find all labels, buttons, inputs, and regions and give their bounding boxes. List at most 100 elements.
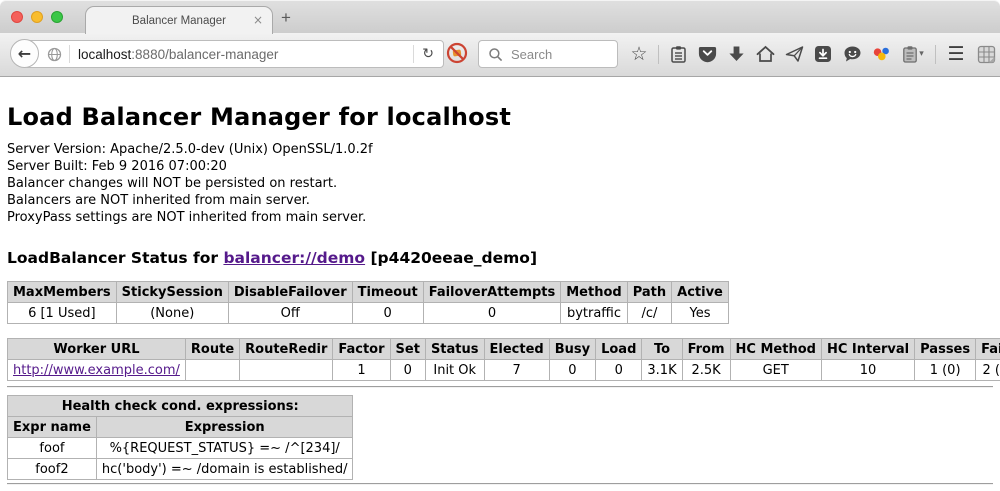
url-domain: localhost [78, 47, 131, 62]
server-built-line: Server Built: Feb 9 2016 07:00:20 [7, 158, 993, 175]
cell-failoverattempts: 0 [423, 303, 561, 324]
header-method: Method [561, 282, 627, 303]
header-path: Path [627, 282, 671, 303]
header-stickysession: StickySession [116, 282, 228, 303]
server-version-line: Server Version: Apache/2.5.0-dev (Unix) … [7, 141, 993, 158]
downloadhelper-colorballs-icon[interactable] [871, 43, 891, 65]
cell-expression: hc('body') =~ /domain is established/ [96, 459, 353, 480]
header-busy: Busy [549, 339, 595, 360]
toolbar-divider [658, 45, 659, 64]
cell-busy: 0 [549, 360, 595, 381]
cell-from: 2.5K [682, 360, 730, 381]
balancer-summary-table: MaxMembers StickySession DisableFailover… [7, 281, 729, 324]
cell-method: bytraffic [561, 303, 627, 324]
cell-worker-url: http://www.example.com/ [8, 360, 186, 381]
table-row: foof2 hc('body') =~ /domain is establish… [8, 459, 353, 480]
header-expression: Expression [96, 417, 353, 438]
header-from: From [682, 339, 730, 360]
url-text[interactable]: localhost:8880/balancer-manager [78, 47, 278, 62]
inherit-notice-line: Balancers are NOT inherited from main se… [7, 192, 993, 209]
download-arrow-icon[interactable] [726, 43, 746, 65]
worker-url-link[interactable]: http://www.example.com/ [13, 363, 180, 378]
traffic-lights [11, 11, 63, 23]
header-hc-interval: HC Interval [821, 339, 914, 360]
close-window-button[interactable] [11, 11, 23, 23]
cell-timeout: 0 [352, 303, 423, 324]
cell-routeredir [240, 360, 333, 381]
cell-expression: %{REQUEST_STATUS} =~ /^[234]/ [96, 438, 353, 459]
globe-icon [47, 47, 62, 62]
table-row: 6 [1 Used] (None) Off 0 0 bytraffic /c/ … [8, 303, 729, 324]
persist-notice-line: Balancer changes will NOT be persisted o… [7, 175, 993, 192]
toolbar-divider [935, 45, 936, 64]
table-row: foof %{REQUEST_STATUS} =~ /^[234]/ [8, 438, 353, 459]
pocket-icon[interactable] [697, 43, 717, 65]
downloads-panel-icon[interactable] [813, 43, 833, 65]
header-to: To [642, 339, 682, 360]
cell-elected: 7 [484, 360, 549, 381]
worker-table: Worker URL Route RouteRedir Factor Set S… [7, 338, 1000, 381]
cell-maxmembers: 6 [1 Used] [8, 303, 117, 324]
menu-icon[interactable]: ☰ [945, 43, 967, 65]
cell-route [185, 360, 239, 381]
header-routeredir: RouteRedir [240, 339, 333, 360]
content-blocked-icon[interactable] [445, 41, 469, 65]
url-bar[interactable]: localhost:8880/balancer-manager ↻ [24, 40, 444, 68]
cell-expr-name: foof2 [8, 459, 97, 480]
section-divider [7, 483, 993, 485]
reload-icon: ↻ [422, 46, 434, 62]
tab-bar: Balancer Manager × + [0, 0, 1000, 33]
search-bar[interactable] [478, 40, 618, 68]
header-status: Status [425, 339, 484, 360]
zoom-window-button[interactable] [51, 11, 63, 23]
header-route: Route [185, 339, 239, 360]
header-disablefailover: DisableFailover [228, 282, 352, 303]
table-header-row: Worker URL Route RouteRedir Factor Set S… [8, 339, 1000, 360]
header-fails: Fails [976, 339, 1000, 360]
page-title: Load Balancer Manager for localhost [7, 103, 993, 131]
back-button[interactable]: ← [10, 39, 39, 68]
chevron-down-icon: ▾ [919, 49, 924, 59]
bookmark-star-icon[interactable]: ☆ [629, 43, 649, 65]
tab-title: Balancer Manager [132, 15, 226, 27]
search-input[interactable] [509, 46, 603, 63]
cell-load: 0 [596, 360, 642, 381]
header-timeout: Timeout [352, 282, 423, 303]
new-tab-button[interactable]: + [281, 8, 291, 28]
reload-button[interactable]: ↻ [413, 45, 443, 63]
send-plane-icon[interactable] [784, 43, 804, 65]
cell-factor: 1 [333, 360, 390, 381]
cell-hc-interval: 10 [821, 360, 914, 381]
tab-close-icon[interactable]: × [253, 13, 263, 27]
minimize-window-button[interactable] [31, 11, 43, 23]
browser-window: Balancer Manager × + ← localhost:8880/ba… [0, 0, 1000, 491]
back-icon: ← [18, 44, 31, 63]
url-path: :8880/balancer-manager [131, 47, 278, 62]
chat-smiley-icon[interactable] [842, 43, 862, 65]
health-table-caption: Health check cond. expressions: [8, 396, 353, 417]
health-check-table: Health check cond. expressions: Expr nam… [7, 395, 353, 480]
page-content: Load Balancer Manager for localhost Serv… [0, 103, 1000, 485]
search-icon [488, 47, 503, 62]
cell-status: Init Ok [425, 360, 484, 381]
proxypass-notice-line: ProxyPass settings are NOT inherited fro… [7, 209, 993, 226]
header-set: Set [390, 339, 425, 360]
home-icon[interactable] [755, 43, 775, 65]
navigation-toolbar: ← localhost:8880/balancer-manager ↻ ☆ [0, 33, 1000, 77]
heading-suffix: [p4420eeae_demo] [365, 249, 537, 267]
heading-prefix: LoadBalancer Status for [7, 249, 223, 267]
tab-balancer-manager[interactable]: Balancer Manager × [85, 6, 273, 34]
header-elected: Elected [484, 339, 549, 360]
header-passes: Passes [915, 339, 976, 360]
cell-stickysession: (None) [116, 303, 228, 324]
url-separator [69, 45, 70, 63]
header-active: Active [672, 282, 729, 303]
table-row: http://www.example.com/ 1 0 Init Ok 7 0 … [8, 360, 1000, 381]
cell-active: Yes [672, 303, 729, 324]
reading-list-icon[interactable] [668, 43, 688, 65]
cell-expr-name: foof [8, 438, 97, 459]
balancer-demo-link[interactable]: balancer://demo [223, 249, 365, 267]
clipboard-menu-icon[interactable]: ▾ [900, 43, 926, 65]
table-header-row: MaxMembers StickySession DisableFailover… [8, 282, 729, 303]
tab-groups-icon[interactable] [976, 43, 996, 65]
